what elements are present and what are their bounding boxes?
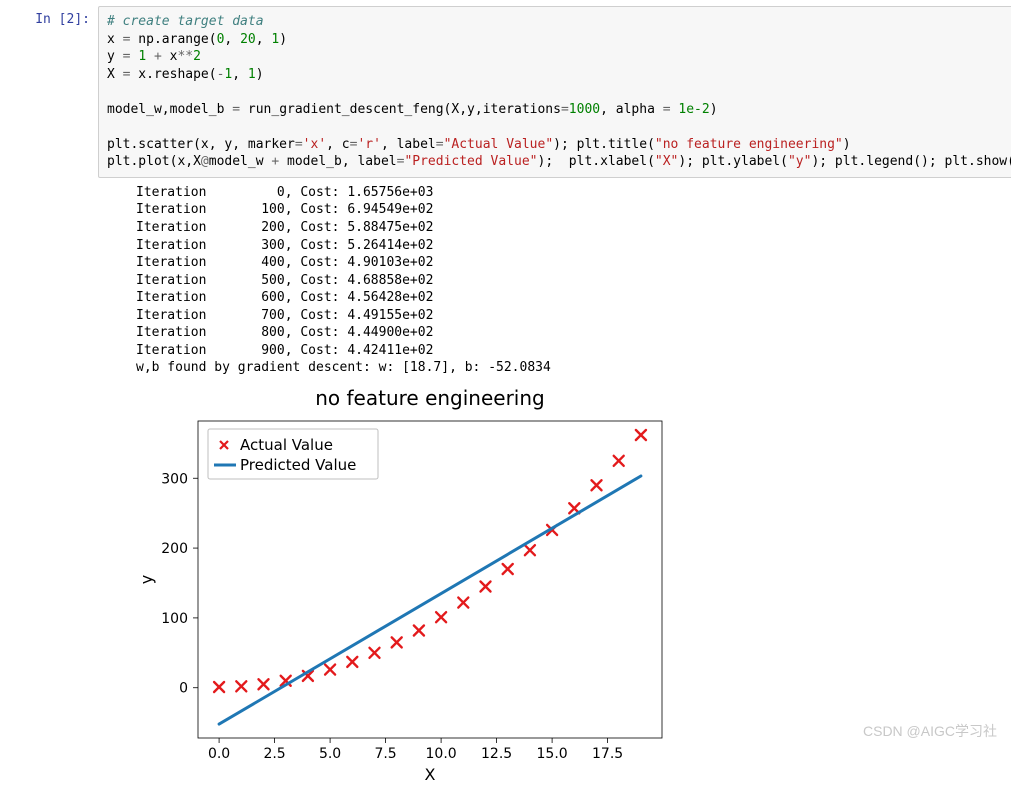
svg-text:X: X: [425, 765, 436, 784]
code-text: ): [843, 137, 851, 152]
input-prompt: In [2]:: [8, 6, 98, 27]
code-text: run_gradient_descent_feng(X,y,iterations: [240, 102, 561, 117]
code-text: ); plt.title(: [553, 137, 655, 152]
code-text: x: [107, 32, 123, 47]
code-text: y: [107, 49, 123, 64]
code-text: x: [162, 49, 178, 64]
svg-text:17.5: 17.5: [592, 746, 623, 762]
code-comment: # create target data: [107, 14, 264, 29]
code-num: 20: [240, 32, 256, 47]
svg-text:Predicted Value: Predicted Value: [240, 456, 356, 474]
code-op: **: [177, 49, 193, 64]
code-text: ,: [224, 32, 240, 47]
code-op: =: [232, 102, 240, 117]
code-text: ); plt.xlabel(: [538, 154, 655, 169]
code-text: X: [107, 67, 123, 82]
stdout-output: Iteration 0, Cost: 1.65756e+03 Iteration…: [98, 184, 1003, 377]
svg-text:300: 300: [161, 471, 188, 487]
code-num: 1: [248, 67, 256, 82]
code-cell: In [2]: # create target data x = np.aran…: [8, 6, 1003, 178]
code-op: =: [663, 102, 671, 117]
svg-text:0.0: 0.0: [208, 746, 230, 762]
code-text: ); plt.legend(); plt.show(): [811, 154, 1011, 169]
svg-text:y: y: [137, 575, 156, 584]
code-str: "Actual Value": [444, 137, 554, 152]
watermark: CSDN @AIGC学习社: [863, 721, 997, 741]
svg-text:Actual Value: Actual Value: [240, 436, 333, 454]
code-text: model_w,model_b: [107, 102, 232, 117]
code-input-area[interactable]: # create target data x = np.arange(0, 20…: [98, 6, 1011, 178]
code-num: 2: [193, 49, 201, 64]
code-num: 1000: [569, 102, 600, 117]
svg-text:5.0: 5.0: [319, 746, 341, 762]
code-text: , alpha: [600, 102, 663, 117]
svg-text:100: 100: [161, 611, 188, 627]
chart-svg: no feature engineering 0.0 2.5 5.0 7.5 10.0 12…: [136, 385, 676, 790]
svg-text:7.5: 7.5: [374, 746, 396, 762]
svg-text:0: 0: [179, 681, 188, 697]
code-text: x.reshape(: [130, 67, 216, 82]
code-text: ): [279, 32, 287, 47]
code-text: ): [710, 102, 718, 117]
svg-text:no feature engineering: no feature engineering: [315, 386, 545, 410]
code-text: ); plt.ylabel(: [678, 154, 788, 169]
code-text: , label: [381, 137, 436, 152]
code-op: +: [154, 49, 162, 64]
code-num: 1e-2: [678, 102, 709, 117]
code-text: ,: [232, 67, 248, 82]
svg-text:2.5: 2.5: [263, 746, 285, 762]
code-text: , c: [326, 137, 349, 152]
code-text: ): [256, 67, 264, 82]
code-text: model_w: [209, 154, 272, 169]
code-text: model_b, label: [279, 154, 396, 169]
code-op: =: [436, 137, 444, 152]
svg-text:200: 200: [161, 541, 188, 557]
code-op: =: [295, 137, 303, 152]
code-str: "Predicted Value": [404, 154, 537, 169]
code-op: =: [561, 102, 569, 117]
code-str: "X": [655, 154, 678, 169]
code-str: "y": [788, 154, 811, 169]
code-op: @: [201, 154, 209, 169]
svg-text:12.5: 12.5: [481, 746, 512, 762]
code-text: np.arange(: [130, 32, 216, 47]
code-text: plt.scatter(x, y, marker: [107, 137, 295, 152]
svg-text:10.0: 10.0: [426, 746, 457, 762]
svg-text:15.0: 15.0: [537, 746, 568, 762]
code-str: "no feature engineering": [655, 137, 843, 152]
code-text: plt.plot(x,X: [107, 154, 201, 169]
code-text: ,: [256, 32, 272, 47]
code-str: 'r': [357, 137, 380, 152]
code-text: [146, 49, 154, 64]
code-num: 1: [138, 49, 146, 64]
code-str: 'x': [303, 137, 326, 152]
